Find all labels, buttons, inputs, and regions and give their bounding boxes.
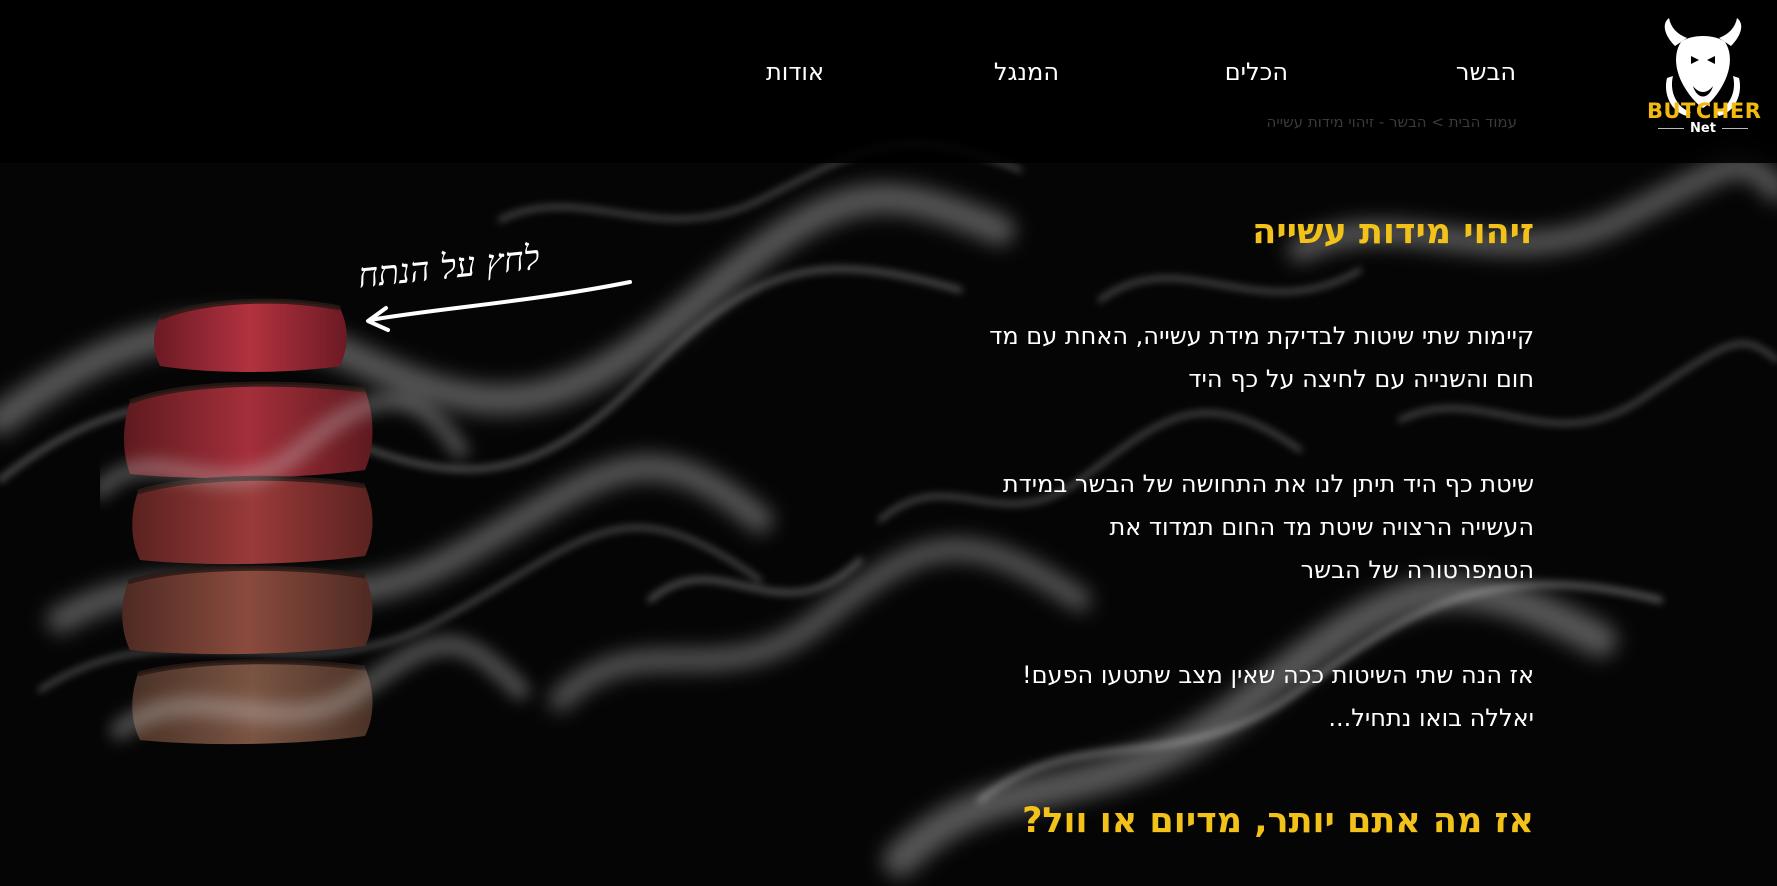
paragraph-line: העשייה הרצויה שיטת מד החום תמדוד את — [1109, 513, 1534, 541]
paragraph-line: הטמפרטורה של הבשר — [1300, 556, 1534, 584]
paragraph-line: קיימות שתי שיטות לבדיקת מידת עשייה, האחת… — [989, 322, 1534, 350]
logo-brand: BUTCHER — [1647, 99, 1762, 123]
site-header: BUTCHER Net הבשר הכלים המנגל אודות עמוד … — [0, 0, 1777, 163]
paragraph-line: שיטת כף היד תיתן לנו את התחושה של הבשר ב… — [1002, 470, 1534, 498]
nav-item-tools[interactable]: הכלים — [1225, 58, 1288, 86]
steak-doneness-slices-image[interactable]: לחץ על הנתח — [100, 190, 660, 810]
logo-sub: Net — [1647, 121, 1759, 136]
section-subtitle: אז מה אתם יותר, מדיום או וול? — [1022, 801, 1534, 841]
paragraph-line: אז הנה שתי השיטות ככה שאין מצב שתטעו הפע… — [1022, 661, 1534, 689]
paragraph-line: יאללה בואו נתחיל... — [1328, 704, 1534, 732]
breadcrumb[interactable]: עמוד הבית > הבשר - זיהוי מידות עשייה — [1267, 113, 1517, 131]
paragraph-3: אז הנה שתי השיטות ככה שאין מצב שתטעו הפע… — [974, 654, 1534, 740]
nav-item-about[interactable]: אודות — [766, 58, 824, 86]
paragraph-1: קיימות שתי שיטות לבדיקת מידת עשייה, האחת… — [974, 315, 1534, 401]
nav-item-meat[interactable]: הבשר — [1456, 58, 1516, 86]
click-the-cut-label: לחץ על הנתח — [356, 238, 542, 297]
paragraph-line: חום והשנייה עם לחיצה על כף היד — [1188, 365, 1534, 393]
main-content: זיהוי מידות עשייה קיימות שתי שיטות לבדיק… — [974, 163, 1534, 842]
page-title: זיהוי מידות עשייה — [1252, 212, 1534, 252]
nav-item-grill[interactable]: המנגל — [994, 58, 1059, 86]
paragraph-2: שיטת כף היד תיתן לנו את התחושה של הבשר ב… — [974, 463, 1534, 592]
page: BUTCHER Net הבשר הכלים המנגל אודות עמוד … — [0, 0, 1777, 886]
